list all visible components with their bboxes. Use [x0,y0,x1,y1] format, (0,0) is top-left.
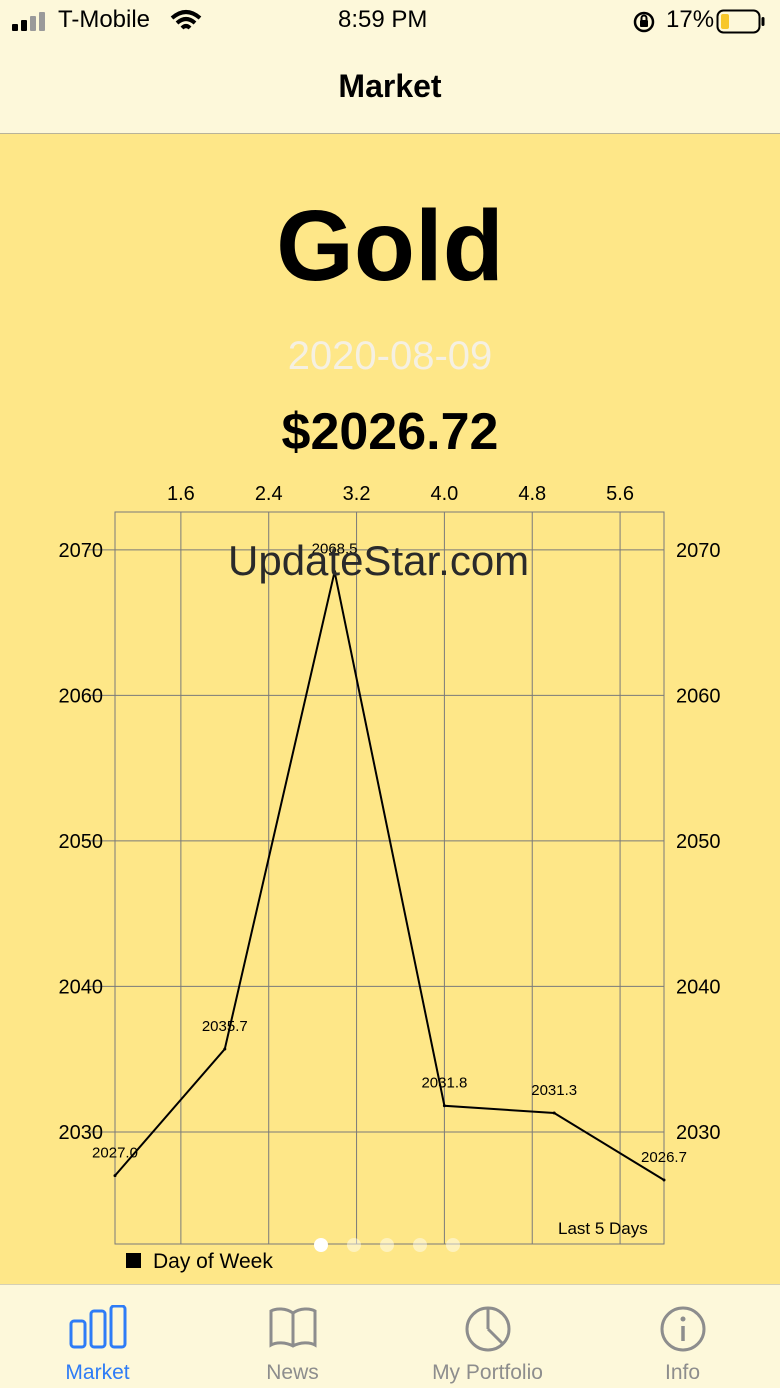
chart-description: Last 5 Days [558,1219,648,1238]
data-label: 2031.8 [421,1075,467,1092]
x-tick-label: 4.0 [430,483,458,505]
tab-label-news: News [266,1361,319,1384]
data-label: 2035.7 [202,1018,248,1035]
y-tick-label-left: 2070 [59,540,104,562]
y-tick-label-right: 2070 [676,540,721,562]
data-point [442,1104,446,1108]
battery-percent: 17% [666,6,715,33]
bar-chart-icon [69,1305,126,1349]
y-tick-label-left: 2060 [59,685,104,707]
data-label: 2031.3 [531,1082,577,1099]
data-point [552,1111,556,1115]
tab-bar: Market News My Portfolio Info [0,1284,780,1388]
navigation-bar: Market [0,44,780,134]
status-time: 8:59 PM [338,6,428,33]
wifi-icon [170,10,202,30]
tab-info[interactable]: Info [585,1285,780,1388]
page-dot[interactable] [347,1238,361,1252]
x-tick-label: 3.2 [343,483,371,505]
rotation-lock-icon [633,11,655,33]
nav-title: Market [338,68,442,104]
data-label: 2027.0 [92,1145,138,1162]
chart-border [114,511,665,1245]
data-point [223,1047,227,1051]
data-point [662,1178,666,1182]
y-tick-label-right: 2050 [676,831,721,853]
x-tick-label: 2.4 [255,483,283,505]
page-dot[interactable] [446,1238,460,1252]
battery-icon [716,9,765,34]
legend-swatch [126,1253,141,1268]
tab-label-market: Market [65,1361,130,1384]
legend-label: Day of Week [153,1250,273,1273]
watermark: UpdateStar.com [228,537,530,584]
status-bar: T-Mobile 8:59 PM 17% [0,0,780,44]
book-icon [269,1307,316,1348]
tab-market[interactable]: Market [0,1285,195,1388]
y-tick-label-left: 2050 [59,831,104,853]
series-line [114,571,665,1181]
y-tick-label-right: 2040 [676,976,721,998]
carrier: T-Mobile [58,6,151,33]
tab-news[interactable]: News [195,1285,390,1388]
data-label: 2026.7 [641,1149,687,1166]
tab-label-info: Info [664,1361,701,1384]
tab-label-my-portfolio: My Portfolio [432,1361,543,1384]
y-tick-label-left: 2030 [59,1122,104,1144]
page-indicator[interactable] [314,1238,479,1254]
info-icon [660,1306,705,1352]
y-tick-label-right: 2030 [676,1122,721,1144]
pie-chart-icon [465,1306,510,1352]
x-tick-label: 5.6 [606,483,634,505]
x-tick-label: 1.6 [167,483,195,505]
page-dot[interactable] [314,1238,328,1252]
page-dot[interactable] [380,1238,394,1252]
y-tick-label-left: 2040 [59,976,104,998]
price-line-chart[interactable]: 1.6 2.4 3.2 4.0 4.8 5.6 2030 2030 2040 2040 2050 20… [0,134,780,1284]
y-tick-label-right: 2060 [676,685,721,707]
data-point [113,1174,117,1178]
signal-icon [12,12,45,31]
page-dot[interactable] [413,1238,427,1252]
tab-my-portfolio[interactable]: My Portfolio [390,1285,585,1388]
x-tick-label: 4.8 [518,483,546,505]
